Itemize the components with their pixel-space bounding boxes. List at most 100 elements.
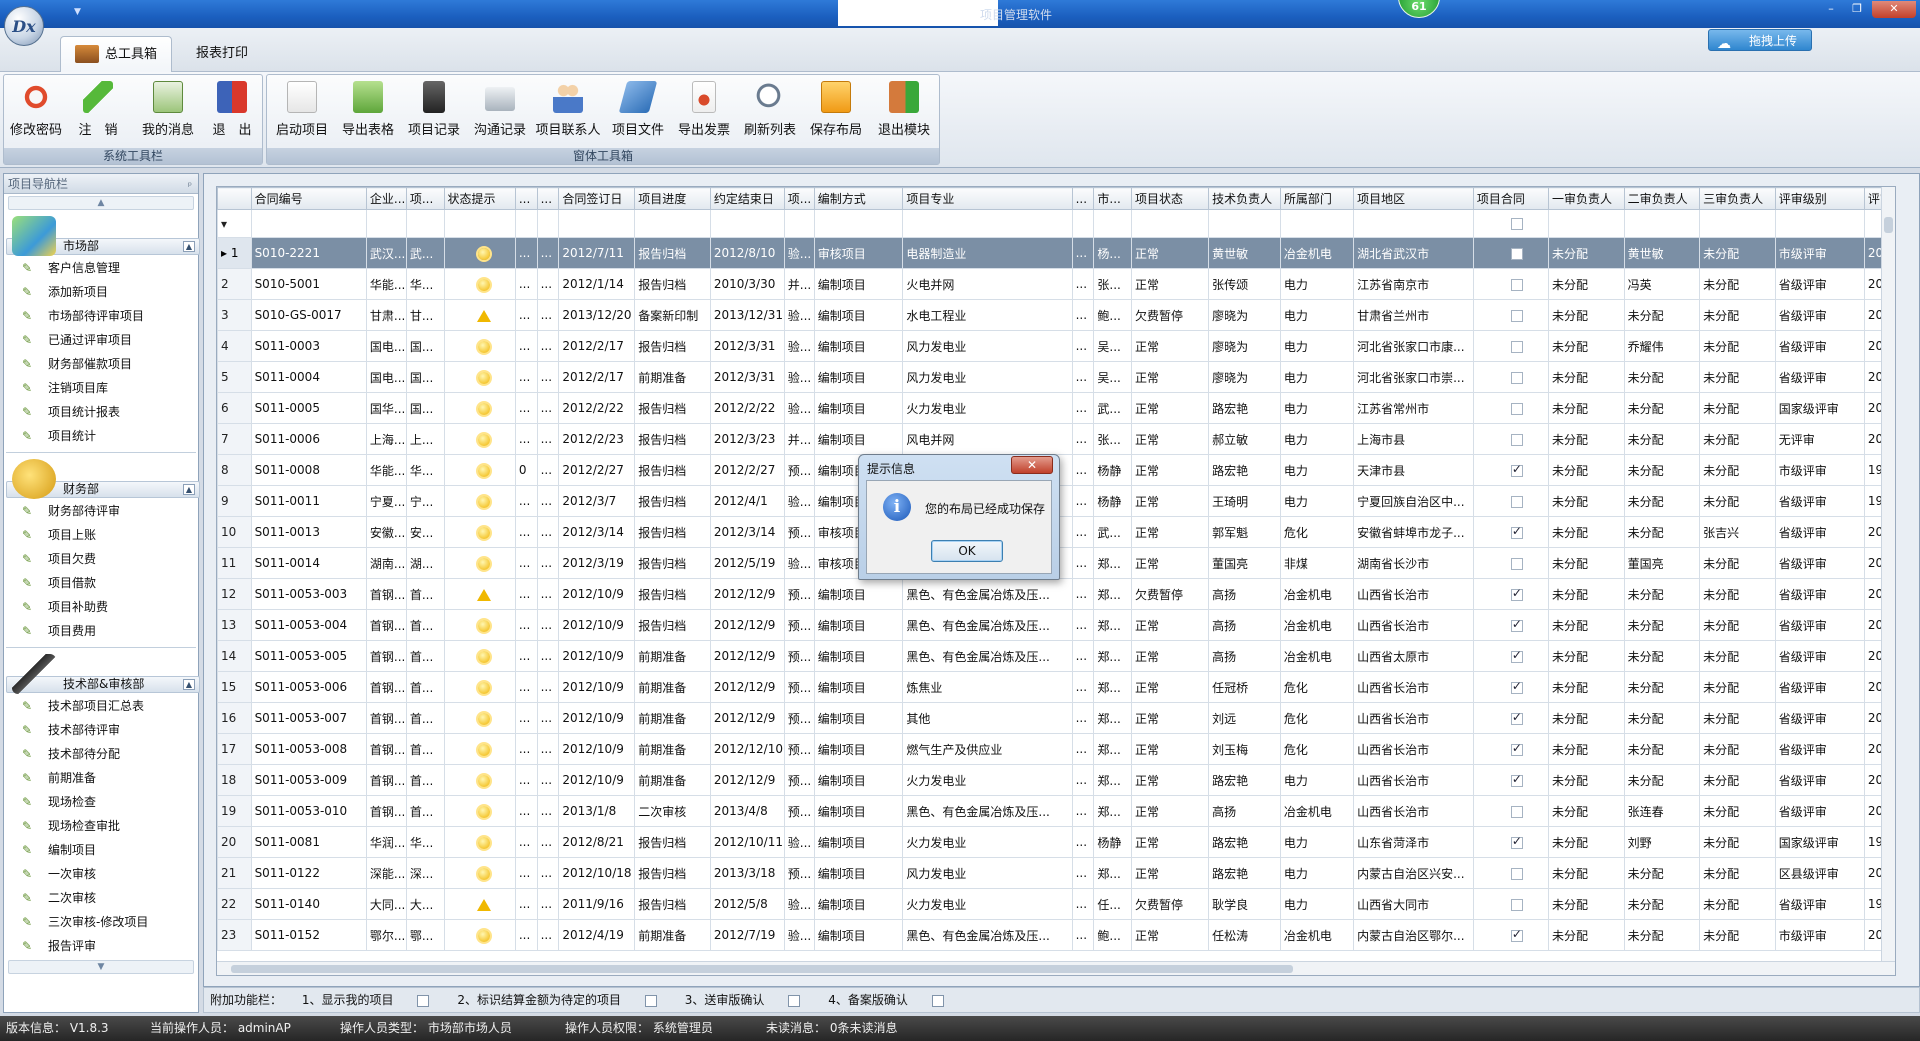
table-cell[interactable]: 编制项目 [813, 702, 904, 734]
table-row[interactable]: 12 S011-0053-003 首钢... 首......... 2012/10/9 报… [217, 578, 1895, 610]
table-row[interactable]: 21 S011-0122 深能... 深......... 2012/10/18 报告归档… [217, 857, 1895, 889]
nav-item[interactable]: ✎ 项目欠费 [6, 547, 196, 571]
table-cell[interactable]: ... [1071, 640, 1095, 672]
table-cell[interactable]: 高扬 [1208, 795, 1281, 827]
table-cell[interactable]: 并... [783, 268, 815, 300]
table-cell[interactable]: 杨静 [1093, 485, 1133, 517]
table-cell[interactable]: 首... [405, 795, 445, 827]
table-cell[interactable]: 预... [783, 454, 815, 486]
status-cell[interactable] [443, 547, 516, 579]
table-cell[interactable]: 冶金机电 [1279, 919, 1355, 951]
table-cell[interactable]: 前期准备 [634, 640, 711, 672]
table-cell[interactable]: 2012/8/21 [558, 826, 636, 858]
table-cell[interactable]: ... [536, 702, 560, 734]
table-cell[interactable]: 华能... [365, 454, 407, 486]
table-cell[interactable]: 省级评审 [1774, 547, 1865, 579]
table-cell[interactable]: 未分配 [1623, 764, 1701, 796]
contract-checkbox[interactable] [1510, 433, 1523, 446]
table-cell[interactable]: 甘... [405, 299, 445, 331]
table-cell[interactable]: ... [514, 919, 538, 951]
table-cell[interactable]: 省级评审 [1774, 578, 1865, 610]
contract-checkbox[interactable] [1510, 557, 1523, 570]
table-cell[interactable]: ... [1071, 857, 1095, 889]
nav-item[interactable]: ✎ 三次审核-修改项目 [6, 910, 196, 934]
drag-upload-button[interactable]: ☁ 拖拽上传 [1708, 29, 1812, 52]
nav-scroll-up[interactable]: ▲ [8, 196, 194, 210]
contract-checkbox[interactable] [1510, 586, 1523, 601]
status-cell[interactable] [443, 857, 516, 889]
table-cell[interactable]: ... [1071, 609, 1095, 641]
contract-checkbox-cell[interactable] [1472, 547, 1549, 579]
table-cell[interactable]: 编制项目 [813, 330, 904, 362]
table-cell[interactable]: 未分配 [1699, 702, 1776, 734]
table-cell[interactable]: 2012/12/9 [709, 578, 785, 610]
table-cell[interactable]: 前期准备 [634, 702, 711, 734]
table-cell[interactable]: 未分配 [1623, 640, 1701, 672]
table-cell[interactable]: 未分配 [1699, 764, 1776, 796]
table-cell[interactable]: 省级评审 [1774, 671, 1865, 703]
table-cell[interactable]: 黑色、有色金属冶炼及压... [902, 609, 1073, 641]
contract-checkbox[interactable] [1510, 772, 1523, 787]
table-cell[interactable]: 2012/10/11 [709, 826, 785, 858]
table-cell[interactable]: 国家级评审 [1774, 826, 1865, 858]
table-cell[interactable]: 河北省张家口市康... [1353, 330, 1474, 362]
table-cell[interactable]: 未分配 [1547, 330, 1625, 362]
table-cell[interactable]: 编制项目 [813, 392, 904, 424]
row-number[interactable]: 2 [217, 268, 252, 300]
table-cell[interactable]: 2012/2/23 [558, 423, 636, 455]
table-cell[interactable]: 未分配 [1547, 299, 1625, 331]
collapse-icon[interactable]: ▲ [183, 679, 195, 690]
table-cell[interactable]: ... [1071, 795, 1095, 827]
communication-record-button[interactable]: 沟通记录 [467, 79, 533, 145]
table-cell[interactable]: 山西省长治市 [1353, 671, 1474, 703]
table-cell[interactable]: 编制项目 [813, 733, 904, 765]
column-header[interactable]: 项目进度 [634, 187, 711, 210]
table-cell[interactable]: 备案新印制 [634, 299, 711, 331]
table-cell[interactable]: 华能... [365, 268, 407, 300]
table-cell[interactable]: 未分配 [1699, 919, 1776, 951]
table-cell[interactable]: 未分配 [1699, 733, 1776, 765]
nav-scroll-down[interactable]: ▼ [8, 960, 194, 974]
nav-item[interactable]: ✎ 现场检查 [6, 790, 196, 814]
status-cell[interactable] [443, 578, 516, 610]
table-cell[interactable]: S011-0053-010 [250, 795, 367, 827]
table-cell[interactable]: 正常 [1131, 733, 1210, 765]
contract-checkbox-cell[interactable] [1472, 733, 1549, 765]
table-cell[interactable]: ... [536, 423, 560, 455]
table-cell[interactable]: 天津市县 [1353, 454, 1474, 486]
table-cell[interactable]: 2012/2/22 [558, 392, 636, 424]
table-cell[interactable]: 董国亮 [1623, 547, 1701, 579]
vertical-scrollbar[interactable] [1881, 187, 1895, 975]
table-cell[interactable]: 水电工程业 [902, 299, 1073, 331]
table-cell[interactable]: 电器制造业 [902, 237, 1073, 269]
contract-checkbox-cell[interactable] [1472, 299, 1549, 331]
table-cell[interactable]: 电力 [1279, 361, 1355, 393]
table-cell[interactable]: 路宏艳 [1208, 857, 1281, 889]
table-cell[interactable]: 2012/4/1 [709, 485, 785, 517]
table-cell[interactable]: ... [536, 485, 560, 517]
column-header[interactable]: 合同签订日 [558, 187, 636, 210]
table-cell[interactable]: ... [514, 671, 538, 703]
table-cell[interactable]: ... [514, 826, 538, 858]
table-cell[interactable]: 未分配 [1699, 299, 1776, 331]
contract-checkbox[interactable] [1510, 834, 1523, 849]
table-cell[interactable]: 首... [405, 764, 445, 796]
table-cell[interactable]: 郑... [1093, 640, 1133, 672]
table-cell[interactable]: 正常 [1131, 330, 1210, 362]
table-cell[interactable]: 郑... [1093, 578, 1133, 610]
row-number[interactable]: 22 [217, 888, 252, 920]
table-cell[interactable]: 编制项目 [813, 423, 904, 455]
table-cell[interactable]: 2012/3/7 [558, 485, 636, 517]
table-cell[interactable]: 2012/10/9 [558, 640, 636, 672]
table-cell[interactable]: 2012/12/9 [709, 640, 785, 672]
contract-checkbox-cell[interactable] [1472, 919, 1549, 951]
table-cell[interactable]: 宁夏回族自治区中... [1353, 485, 1474, 517]
contract-checkbox[interactable] [1510, 898, 1523, 911]
table-cell[interactable]: 验... [783, 826, 815, 858]
table-cell[interactable]: 电力 [1279, 268, 1355, 300]
table-cell[interactable]: 宁夏... [365, 485, 407, 517]
table-cell[interactable]: 验... [783, 299, 815, 331]
table-cell[interactable]: 首... [405, 733, 445, 765]
table-cell[interactable]: 未分配 [1623, 516, 1701, 548]
table-cell[interactable]: 2012/3/14 [558, 516, 636, 548]
